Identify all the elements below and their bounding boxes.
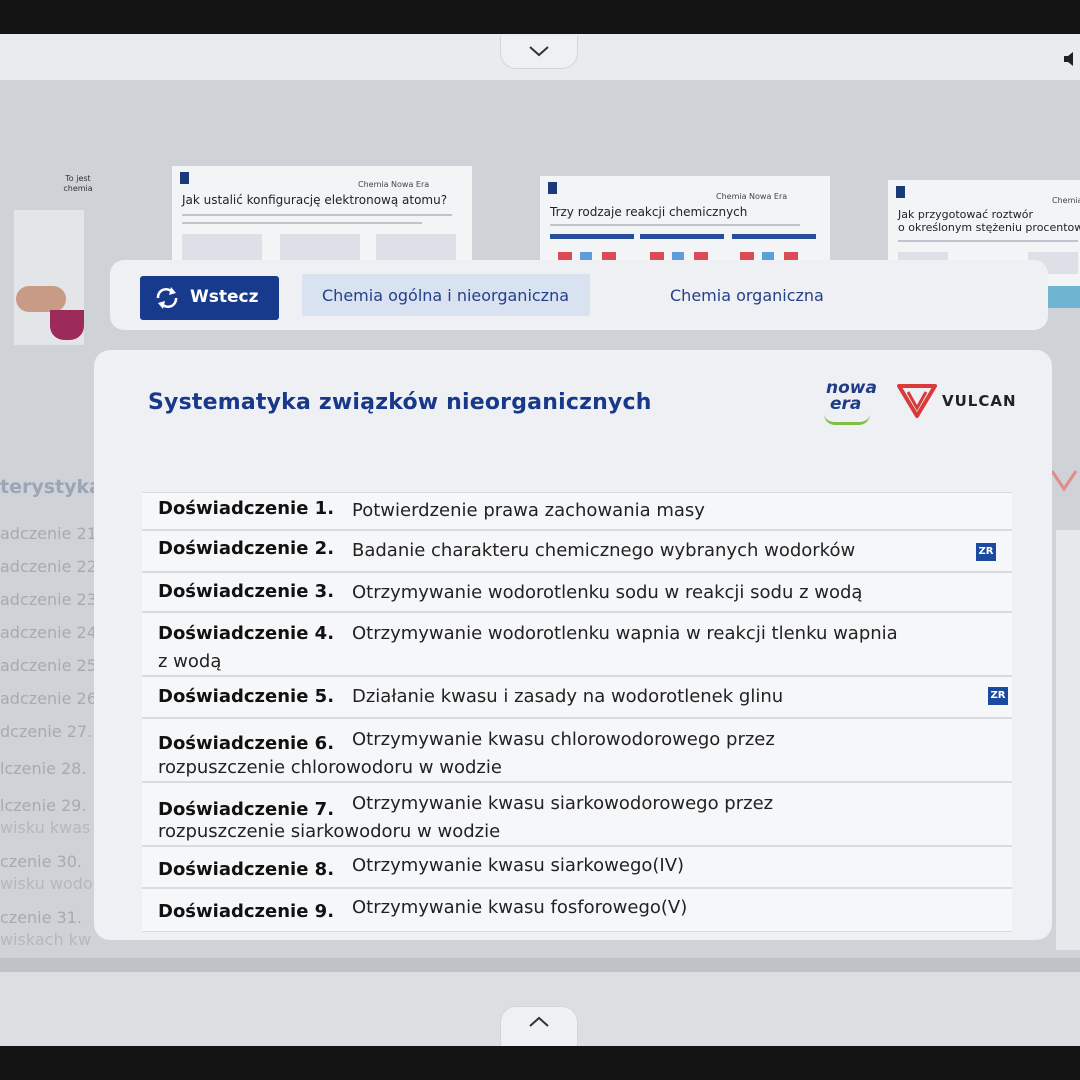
card-title: Systematyka związków nieorganicznych <box>148 390 652 415</box>
experiment-title: Otrzymywanie kwasu siarkowodorowego prze… <box>352 793 774 814</box>
left-list-subtext: wisku wodo <box>0 874 93 893</box>
experiment-title-continued: rozpuszczenie siarkowodoru w wodzie <box>158 821 501 842</box>
tab-general-chemistry[interactable]: Chemia ogólna i nieorganiczna <box>302 274 590 316</box>
chevron-down-icon <box>529 46 549 57</box>
collapse-top-button[interactable] <box>500 36 578 69</box>
experiment-title: Otrzymywanie kwasu chlorowodorowego prze… <box>352 729 775 750</box>
left-list-item[interactable]: lczenie 28. <box>0 759 86 778</box>
experiment-title: Otrzymywanie kwasu fosforowego(V) <box>352 897 688 918</box>
back-button-label: Wstecz <box>190 287 259 307</box>
list-item[interactable]: Doświadczenie 2. Badanie charakteru chem… <box>142 530 1012 572</box>
list-item[interactable]: Doświadczenie 4. Otrzymywanie wodorotlen… <box>142 612 1012 676</box>
left-list-item[interactable]: czenie 30. <box>0 852 82 871</box>
experiment-number: Doświadczenie 5. <box>158 686 335 707</box>
experiment-title: Badanie charakteru chemicznego wybranych… <box>352 540 856 561</box>
experiment-number: Doświadczenie 9. <box>158 901 335 922</box>
experiment-title: Otrzymywanie wodorotlenku sodu w reakcji… <box>352 582 863 603</box>
list-item[interactable]: Doświadczenie 7. Otrzymywanie kwasu siar… <box>142 782 1012 846</box>
thumbnail-title: Trzy rodzaje reakcji chemicznych <box>550 205 748 219</box>
left-list-item[interactable]: czenie 31. <box>0 908 82 927</box>
logo-icon <box>180 172 189 184</box>
list-item[interactable]: Doświadczenie 8. Otrzymywanie kwasu siar… <box>142 846 1012 888</box>
experiment-number: Doświadczenie 4. <box>158 623 335 644</box>
list-item[interactable]: Doświadczenie 1. Potwierdzenie prawa zac… <box>142 492 1012 530</box>
zr-badge[interactable]: ZR <box>988 687 1008 705</box>
experiments-card: Systematyka związków nieorganicznych now… <box>94 350 1052 940</box>
vulcan-logo-icon <box>1050 470 1078 492</box>
experiment-number: Doświadczenie 3. <box>158 581 335 602</box>
experiment-number: Doświadczenie 6. <box>158 733 335 754</box>
back-icon <box>156 287 178 309</box>
experiment-title: Otrzymywanie wodorotlenku wapnia w reakc… <box>352 623 898 644</box>
vulcan-logo-icon <box>897 384 937 418</box>
left-list-subtext: wisku kwas <box>0 818 91 837</box>
experiment-title: Działanie kwasu i zasady na wodorotlenek… <box>352 686 784 707</box>
tab-label: Chemia ogólna i nieorganiczna <box>322 286 570 305</box>
tab-organic-chemistry[interactable]: Chemia organiczna <box>670 286 824 305</box>
list-item[interactable]: Doświadczenie 3. Otrzymywanie wodorotlen… <box>142 572 1012 612</box>
left-list-item[interactable]: dczenie 27. <box>0 722 92 741</box>
left-list-item[interactable]: adczenie 22. <box>0 557 102 576</box>
left-list-item[interactable]: adczenie 26. <box>0 689 102 708</box>
screen: To jest chemia Chemia Nowa Era Jak ustal… <box>0 34 1080 1046</box>
experiment-number: Doświadczenie 8. <box>158 859 335 880</box>
thumbnail-title: Jak ustalić konfigurację elektronową ato… <box>182 193 448 207</box>
experiment-title: Potwierdzenie prawa zachowania masy <box>352 500 705 521</box>
top-bar <box>0 34 1080 80</box>
list-item[interactable]: Doświadczenie 6. Otrzymywanie kwasu chlo… <box>142 718 1012 782</box>
divider <box>0 958 1080 972</box>
left-list-subtext: wiskach kw <box>0 930 92 949</box>
flask-image <box>50 310 84 340</box>
photo-caption: To jest chemia <box>63 174 93 193</box>
list-item[interactable]: Doświadczenie 5. Działanie kwasu i zasad… <box>142 676 1012 718</box>
vulcan-logo: VULCAN <box>896 382 1016 422</box>
left-list-item[interactable]: lczenie 29. <box>0 796 86 815</box>
nowa-era-logo: nowa era <box>824 380 880 425</box>
left-list-item[interactable]: adczenie 23. <box>0 590 102 609</box>
speaker-icon[interactable] <box>1064 52 1076 66</box>
experiment-number: Doświadczenie 2. <box>158 538 335 559</box>
thumbnail-brand: Chemia Nowa Era <box>716 192 788 201</box>
zr-badge[interactable]: ZR <box>976 543 996 561</box>
experiment-title-continued: z wodą <box>158 651 222 672</box>
thumbnail-title: o określonym stężeniu procentowym i <box>898 221 1080 234</box>
experiment-title-continued: rozpuszczenie chlorowodoru w wodzie <box>158 757 502 778</box>
chevron-up-icon <box>529 1016 549 1027</box>
nowa-era-logo-text: era <box>830 394 862 414</box>
back-button[interactable]: Wstecz <box>140 276 279 320</box>
left-list-item[interactable]: adczenie 21. <box>0 524 102 543</box>
thumbnail-brand: Chemia Nowa Era <box>358 180 430 189</box>
thumbnail-brand: Chemia <box>1052 196 1080 205</box>
list-item[interactable]: Doświadczenie 9. Otrzymywanie kwasu fosf… <box>142 888 1012 932</box>
vulcan-logo-text: VULCAN <box>942 392 1017 410</box>
hand-image <box>16 286 66 312</box>
left-list-item[interactable]: adczenie 25. <box>0 656 102 675</box>
logo-icon <box>896 186 905 198</box>
left-list-item[interactable]: adczenie 24. <box>0 623 102 642</box>
experiment-title: Otrzymywanie kwasu siarkowego(IV) <box>352 855 685 876</box>
thumbnail-title: Jak przygotować roztwór <box>898 208 1034 221</box>
nav-panel: Wstecz Chemia ogólna i nieorganiczna Che… <box>110 260 1048 330</box>
experiment-number: Doświadczenie 1. <box>158 498 335 519</box>
right-edge-panel <box>1056 530 1080 950</box>
logo-icon <box>548 182 557 194</box>
expand-bottom-button[interactable] <box>500 1006 578 1046</box>
